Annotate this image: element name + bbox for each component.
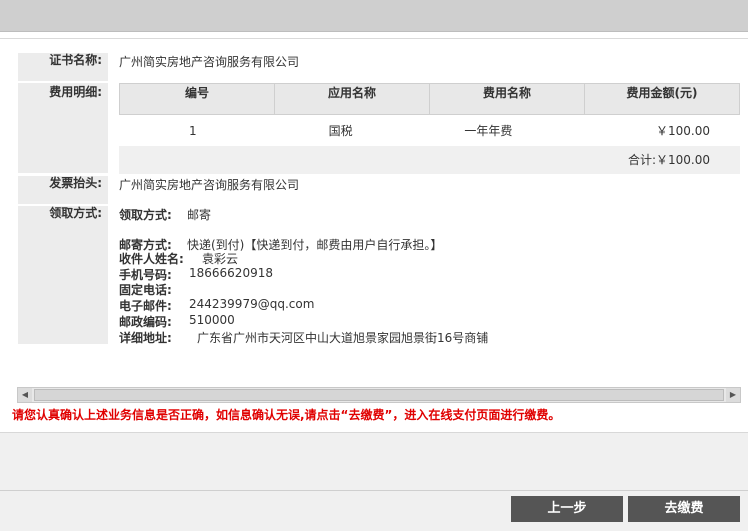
table-row: 1 国税 一年年费 ￥100.00 xyxy=(119,116,740,146)
prev-step-button[interactable]: 上一步 xyxy=(511,496,623,522)
address-value: 广东省广州市天河区中山大道旭景家园旭景街16号商铺 xyxy=(197,331,489,345)
recipient-value: 袁彩云 xyxy=(202,252,239,266)
scroll-left-arrow-icon[interactable]: ◀ xyxy=(18,388,32,402)
email-value: 244239979@qq.com xyxy=(189,297,315,311)
tel-label: 固定电话: xyxy=(119,283,172,297)
zip-value: 510000 xyxy=(189,313,235,327)
method-value: 邮寄 xyxy=(187,208,212,222)
invoice-label: 发票抬头: xyxy=(18,176,108,204)
fee-detail-label: 费用明细: xyxy=(18,83,108,173)
scroll-right-arrow-icon[interactable]: ▶ xyxy=(726,388,740,402)
column-header-fee-name: 费用名称 xyxy=(430,84,585,114)
cell-app: 国税 xyxy=(328,124,353,138)
pickup-label: 领取方式: xyxy=(18,206,108,344)
bottom-divider xyxy=(0,490,748,491)
address-label: 详细地址: xyxy=(119,331,172,345)
pay-button[interactable]: 去缴费 xyxy=(628,496,740,522)
recipient-label: 收件人姓名: xyxy=(119,252,184,266)
cert-name-label: 证书名称: xyxy=(18,53,108,81)
email-label: 电子邮件: xyxy=(119,299,172,313)
method-label: 领取方式: xyxy=(119,208,172,222)
cell-amount: ￥100.00 xyxy=(656,124,710,138)
column-header-no: 编号 xyxy=(120,84,275,114)
zip-label: 邮政编码: xyxy=(119,315,172,329)
scrollbar-thumb[interactable] xyxy=(34,389,724,401)
fee-total-row: 合计:￥100.00 xyxy=(119,146,740,174)
fee-table: 编号 应用名称 费用名称 费用金额(元) 1 国税 一年年费 ￥100.00 合… xyxy=(119,83,740,174)
invoice-value: 广州简实房地产咨询服务有限公司 xyxy=(119,178,300,192)
horizontal-scrollbar[interactable]: ◀ ▶ xyxy=(17,387,741,403)
column-header-app: 应用名称 xyxy=(275,84,430,114)
fee-total-label: 合计: xyxy=(627,153,656,167)
cell-fee-name: 一年年费 xyxy=(464,124,513,138)
column-header-amount: 费用金额(元) xyxy=(626,86,698,100)
fee-table-header: 编号 应用名称 费用名称 费用金额(元) xyxy=(119,83,740,115)
cell-no: 1 xyxy=(189,124,197,138)
phone-value: 18666620918 xyxy=(189,266,273,280)
confirm-notice: 请您认真确认上述业务信息是否正确，如信息确认无误,请点击“去缴费”，进入在线支付… xyxy=(12,408,561,422)
fee-total-value: ￥100.00 xyxy=(656,153,710,167)
cert-name-value: 广州简实房地产咨询服务有限公司 xyxy=(119,55,300,69)
window-top-bar xyxy=(0,0,748,32)
